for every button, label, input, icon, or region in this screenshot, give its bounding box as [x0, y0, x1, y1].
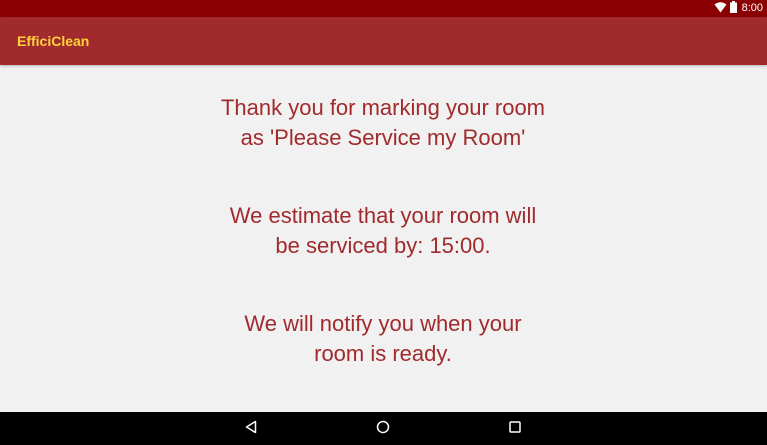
app-title: EfficiClean — [17, 33, 90, 49]
recents-icon — [508, 420, 522, 439]
home-icon — [376, 420, 390, 439]
wifi-icon — [714, 0, 727, 18]
back-icon — [244, 420, 258, 439]
confirmation-message: Thank you for marking your room as 'Plea… — [220, 95, 546, 150]
main-content: Thank you for marking your room as 'Plea… — [0, 65, 767, 412]
status-icons: 8:00 — [714, 0, 763, 18]
battery-icon — [729, 0, 737, 18]
screen: 8:00 EfficiClean Thank you for marking y… — [0, 0, 767, 445]
estimate-message: We estimate that your room will be servi… — [229, 203, 537, 258]
navigation-bar — [0, 412, 767, 445]
notify-message: We will notify you when your room is rea… — [244, 311, 522, 366]
status-bar: 8:00 — [0, 0, 767, 17]
recents-button[interactable] — [506, 420, 524, 438]
back-button[interactable] — [242, 420, 260, 438]
status-time: 8:00 — [741, 2, 763, 14]
app-bar: EfficiClean — [0, 17, 767, 65]
home-button[interactable] — [374, 420, 392, 438]
